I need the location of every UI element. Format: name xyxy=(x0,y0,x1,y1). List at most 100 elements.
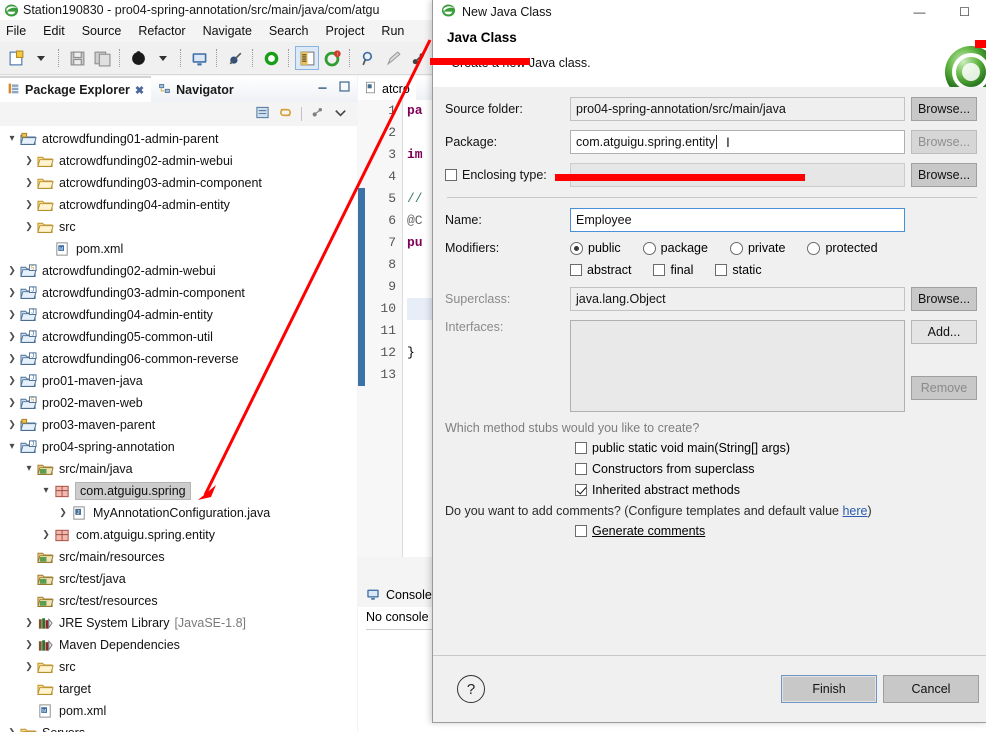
chevron-right-icon[interactable] xyxy=(4,398,20,408)
enclosing-type-row[interactable]: Enclosing type: Browse... xyxy=(445,163,977,187)
tree-row[interactable]: pro03-maven-parent xyxy=(0,414,357,436)
superclass-browse-button[interactable]: Browse... xyxy=(911,287,977,311)
chevron-down-icon[interactable] xyxy=(4,442,20,452)
enclosing-type-input[interactable] xyxy=(570,163,905,187)
menu-edit[interactable]: Edit xyxy=(43,24,65,38)
editor-tab[interactable]: atcro xyxy=(358,78,416,100)
collapse-all-icon[interactable] xyxy=(255,105,270,123)
modifier-private[interactable]: private xyxy=(729,241,785,255)
minimize-button[interactable]: — xyxy=(897,0,942,24)
chevron-right-icon[interactable] xyxy=(4,420,20,430)
menu-navigate[interactable]: Navigate xyxy=(203,24,252,38)
modifier-static[interactable]: static xyxy=(715,263,762,277)
chevron-right-icon[interactable] xyxy=(4,266,20,276)
chevron-right-icon[interactable] xyxy=(38,530,54,540)
close-icon[interactable]: ✖ xyxy=(135,84,144,97)
view-menu-icon[interactable] xyxy=(310,105,325,123)
constructors-checkbox[interactable] xyxy=(575,463,587,475)
pencil-icon[interactable] xyxy=(382,47,404,69)
stub-main-method[interactable]: public static void main(String[] args) xyxy=(575,441,977,455)
menu-file[interactable]: File xyxy=(6,24,26,38)
view-tab-strip[interactable]: Package Explorer ✖ Navigator xyxy=(0,76,357,102)
tree-row[interactable]: Jpro01-maven-java xyxy=(0,370,357,392)
new-icon[interactable] xyxy=(5,47,27,69)
tree-row[interactable]: Jatcrowdfunding04-admin-entity xyxy=(0,304,357,326)
final-checkbox[interactable] xyxy=(653,264,666,276)
tree-row[interactable]: JRE System Library [JavaSE-1.8] xyxy=(0,612,357,634)
finish-button[interactable]: Finish xyxy=(781,675,877,703)
tree-row[interactable]: src xyxy=(0,656,357,678)
tree-row[interactable]: com.atguigu.spring xyxy=(0,480,357,502)
tree-row[interactable]: Maven Dependencies xyxy=(0,634,357,656)
chevron-down-icon[interactable] xyxy=(38,486,54,496)
cancel-button[interactable]: Cancel xyxy=(883,675,979,703)
debug-icon[interactable] xyxy=(127,47,149,69)
run-icon[interactable] xyxy=(260,47,282,69)
generate-comments-row[interactable]: Generate comments xyxy=(575,524,977,538)
tree-row[interactable]: Jatcrowdfunding05-common-util xyxy=(0,326,357,348)
source-folder-input[interactable]: pro04-spring-annotation/src/main/java xyxy=(570,97,905,121)
tree-row[interactable]: src/main/java xyxy=(0,458,357,480)
enclosing-type-browse-button[interactable]: Browse... xyxy=(911,163,977,187)
dialog-footer[interactable]: ? Finish Cancel xyxy=(433,655,986,722)
tab-package-explorer[interactable]: Package Explorer ✖ xyxy=(0,76,152,102)
modifier-package[interactable]: package xyxy=(642,241,708,255)
stub-constructors[interactable]: Constructors from superclass xyxy=(575,462,977,476)
chevron-right-icon[interactable] xyxy=(21,618,37,628)
menu-search[interactable]: Search xyxy=(269,24,309,38)
tree-row[interactable]: Servers xyxy=(0,722,357,732)
chevron-right-icon[interactable] xyxy=(4,332,20,342)
tree-row[interactable]: J MyAnnotationConfiguration.java xyxy=(0,502,357,524)
package-input[interactable]: com.atguigu.spring.entity I xyxy=(570,130,905,154)
tree-row[interactable]: src/test/java xyxy=(0,568,357,590)
chevron-right-icon[interactable] xyxy=(4,376,20,386)
chevron-right-icon[interactable] xyxy=(21,662,37,672)
name-row[interactable]: Name: Employee xyxy=(445,208,977,232)
link-icon[interactable] xyxy=(407,47,429,69)
modifier-protected[interactable]: protected xyxy=(807,241,878,255)
save-all-icon[interactable] xyxy=(91,47,113,69)
modifiers-flags-row[interactable]: abstract final static xyxy=(570,263,977,277)
tree-row[interactable]: Mpom.xml xyxy=(0,700,357,722)
interfaces-remove-button[interactable]: Remove xyxy=(911,376,977,400)
tree-row[interactable]: src/main/resources xyxy=(0,546,357,568)
interfaces-add-button[interactable]: Add... xyxy=(911,320,977,344)
dialog-body[interactable]: Source folder: pro04-spring-annotation/s… xyxy=(433,87,986,655)
tree-row[interactable]: com.atguigu.spring.entity xyxy=(0,524,357,546)
minimize-icon[interactable] xyxy=(316,80,329,96)
private-radio[interactable] xyxy=(729,241,743,255)
chevron-right-icon[interactable] xyxy=(55,508,71,518)
chevron-down-icon[interactable] xyxy=(21,464,37,474)
tab-navigator[interactable]: Navigator xyxy=(151,78,241,102)
protected-radio[interactable] xyxy=(807,241,821,255)
abstract-checkbox[interactable] xyxy=(570,264,582,276)
generate-comments-checkbox[interactable] xyxy=(575,525,587,537)
console-icon[interactable] xyxy=(188,47,210,69)
source-folder-row[interactable]: Source folder: pro04-spring-annotation/s… xyxy=(445,97,977,121)
view-chevron-icon[interactable] xyxy=(333,105,348,123)
dialog-window-controls[interactable]: — ☐ xyxy=(897,0,986,24)
tree-row[interactable]: Jpro04-spring-annotation xyxy=(0,436,357,458)
package-row[interactable]: Package: com.atguigu.spring.entity I Brow… xyxy=(445,130,977,154)
open-task-icon[interactable] xyxy=(295,46,319,70)
stub-inherited-abstract[interactable]: Inherited abstract methods xyxy=(575,483,977,497)
enclosing-type-checkbox[interactable] xyxy=(445,169,457,181)
link-with-editor-icon[interactable] xyxy=(278,105,293,123)
tree-row[interactable]: src/test/resources xyxy=(0,590,357,612)
chevron-right-icon[interactable] xyxy=(21,178,37,188)
new-java-class-dialog[interactable]: New Java Class — ☐ Java Class Create a n… xyxy=(432,0,986,723)
new-dropdown-icon[interactable] xyxy=(30,47,52,69)
tree-row[interactable]: target xyxy=(0,678,357,700)
chevron-right-icon[interactable] xyxy=(4,728,20,732)
modifier-public[interactable]: public xyxy=(570,241,621,255)
static-checkbox[interactable] xyxy=(715,264,728,276)
tree-row[interactable]: Jatcrowdfunding06-common-reverse xyxy=(0,348,357,370)
chevron-down-icon[interactable] xyxy=(4,134,20,144)
chevron-right-icon[interactable] xyxy=(4,288,20,298)
menu-project[interactable]: Project xyxy=(326,24,365,38)
menu-refactor[interactable]: Refactor xyxy=(138,24,185,38)
view-window-controls[interactable] xyxy=(316,80,351,96)
public-radio[interactable] xyxy=(570,241,583,255)
debug-dropdown-icon[interactable] xyxy=(152,47,174,69)
superclass-input[interactable]: java.lang.Object xyxy=(570,287,905,311)
